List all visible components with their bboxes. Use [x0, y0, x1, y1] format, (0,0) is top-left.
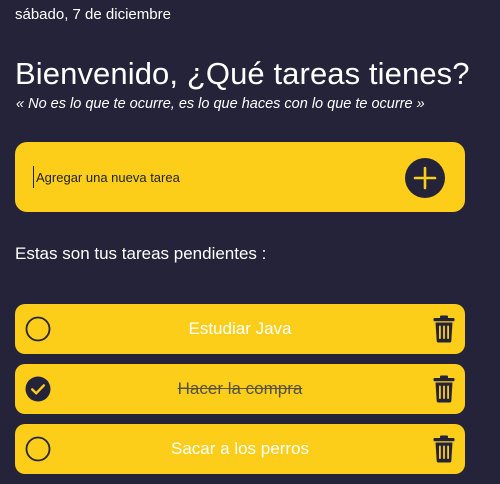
task-label: Sacar a los perros — [171, 439, 309, 458]
task-label: Estudiar Java — [188, 319, 292, 338]
task-checkbox[interactable] — [25, 376, 51, 402]
circle-unchecked-icon — [25, 436, 51, 462]
add-task-bar — [15, 142, 465, 212]
todo-app: sábado, 7 de diciembre Bienvenido, ¿Qué … — [0, 0, 500, 484]
task-item: Hacer la compra — [15, 364, 465, 414]
page-title: Bienvenido, ¿Qué tareas tienes? — [15, 56, 470, 91]
motivational-quote: « No es lo que te ocurre, es lo que hace… — [16, 96, 425, 112]
add-task-button[interactable] — [405, 158, 445, 198]
delete-task-button[interactable] — [433, 315, 455, 343]
task-item: Sacar a los perros — [15, 424, 465, 474]
current-date: sábado, 7 de diciembre — [15, 6, 171, 23]
task-label: Hacer la compra — [177, 379, 303, 398]
task-checkbox[interactable] — [25, 436, 51, 462]
task-item: Estudiar Java — [15, 304, 465, 354]
new-task-input[interactable] — [33, 166, 396, 188]
pending-tasks-heading: Estas son tus tareas pendientes : — [15, 244, 267, 263]
delete-task-button[interactable] — [433, 375, 455, 403]
trash-icon — [433, 315, 455, 343]
delete-task-button[interactable] — [433, 435, 455, 463]
circle-unchecked-icon — [25, 316, 51, 342]
task-checkbox[interactable] — [25, 316, 51, 342]
trash-icon — [433, 435, 455, 463]
plus-icon — [413, 166, 437, 190]
trash-icon — [433, 375, 455, 403]
circle-check-icon — [25, 376, 51, 402]
